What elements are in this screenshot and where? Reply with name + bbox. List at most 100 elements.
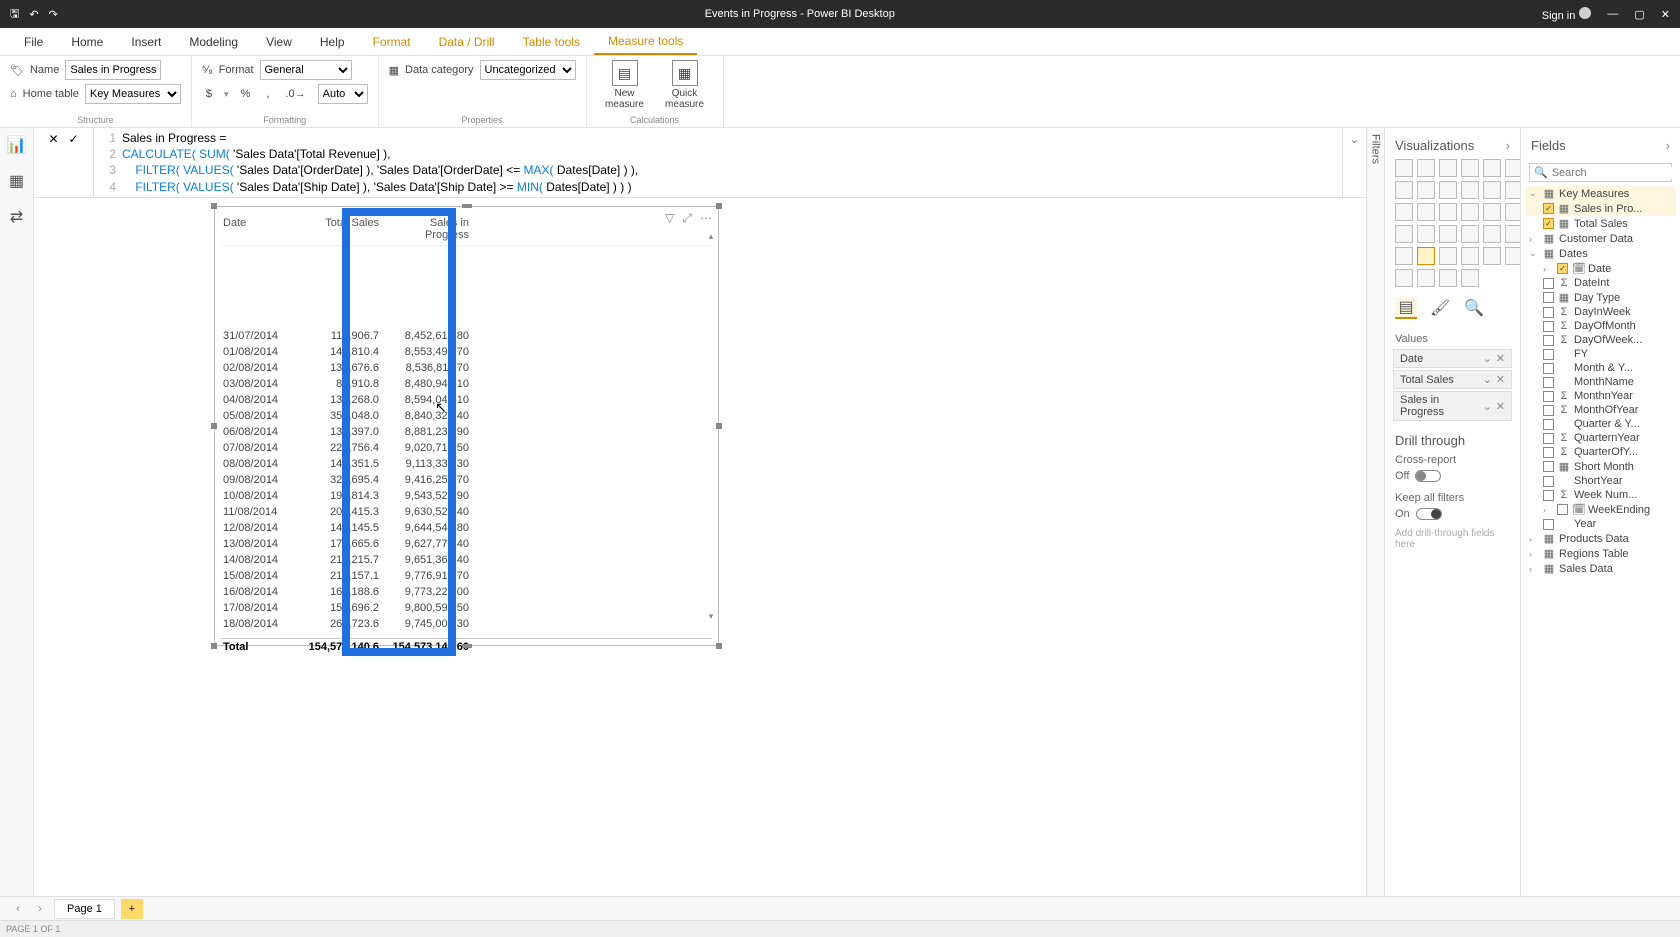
focus-mode-icon[interactable]: ⤢	[682, 211, 692, 226]
prev-page-icon[interactable]: ‹	[10, 903, 26, 915]
currency-button[interactable]: $	[202, 86, 216, 102]
chevron-down-icon[interactable]: ⌄	[1483, 352, 1492, 365]
viz-type-icon[interactable]	[1395, 203, 1413, 221]
well-item[interactable]: Sales in Progress⌄✕	[1393, 391, 1512, 421]
fields-search[interactable]: 🔍	[1529, 163, 1672, 182]
home-table-select[interactable]: Key Measures	[85, 84, 181, 104]
tab-insert[interactable]: Insert	[117, 28, 175, 55]
field-dayinweek[interactable]: ΣDayInWeek	[1525, 305, 1676, 319]
col-header-sales-in-progress[interactable]: Sales in Progress	[381, 213, 471, 245]
formula-commit-icon[interactable]: ✓	[69, 132, 79, 146]
decimal-select[interactable]: Auto	[318, 84, 368, 104]
table-dates[interactable]: ⌄▦Dates	[1525, 246, 1676, 261]
remove-field-icon[interactable]: ✕	[1496, 373, 1505, 386]
tab-help[interactable]: Help	[306, 28, 359, 55]
chevron-down-icon[interactable]: ⌄	[1483, 400, 1492, 413]
table-visual[interactable]: ▽ ⤢ ⋯ Date Total Sales Sales in Progress…	[214, 206, 719, 646]
field-monthname[interactable]: MonthName	[1525, 375, 1676, 389]
well-item[interactable]: Total Sales⌄✕	[1393, 370, 1512, 389]
viz-type-icon[interactable]	[1461, 269, 1479, 287]
viz-type-icon[interactable]	[1417, 225, 1435, 243]
remove-field-icon[interactable]: ✕	[1496, 352, 1505, 365]
decrease-decimal-button[interactable]: .0→	[281, 86, 309, 102]
viz-type-icon[interactable]	[1417, 203, 1435, 221]
table-scrollbar[interactable]: ▴ ▾	[706, 231, 716, 637]
redo-icon[interactable]: ↷	[49, 8, 58, 21]
viz-type-icon[interactable]	[1461, 159, 1479, 177]
viz-type-icon[interactable]	[1439, 159, 1457, 177]
tab-file[interactable]: File	[10, 28, 57, 55]
page-tab-1[interactable]: Page 1	[54, 899, 115, 919]
viz-type-icon[interactable]	[1461, 181, 1479, 199]
tab-data-drill[interactable]: Data / Drill	[425, 28, 509, 55]
comma-button[interactable]: ,	[262, 86, 273, 102]
field-sales-in-progress[interactable]: ✓▦Sales in Pro...	[1525, 201, 1676, 216]
field-dayofmonth[interactable]: ΣDayOfMonth	[1525, 319, 1676, 333]
table-row[interactable]: 18/08/2014268,723.69,745,009.30	[221, 616, 712, 632]
viz-type-icon[interactable]	[1461, 247, 1479, 265]
viz-type-icon[interactable]	[1483, 203, 1501, 221]
field-date[interactable]: ›✓🗓Date	[1525, 261, 1676, 276]
tab-home[interactable]: Home	[57, 28, 117, 55]
formula-editor[interactable]: 1Sales in Progress = 2CALCULATE( SUM( 'S…	[94, 128, 1342, 197]
report-canvas[interactable]: ▽ ⤢ ⋯ Date Total Sales Sales in Progress…	[34, 198, 1366, 896]
formula-cancel-icon[interactable]: ✕	[48, 132, 58, 146]
resize-handle[interactable]	[211, 203, 217, 209]
model-view-icon[interactable]: ⇄	[8, 208, 26, 226]
chevron-down-icon[interactable]: ⌄	[1483, 373, 1492, 386]
viz-type-icon[interactable]	[1395, 269, 1413, 287]
table-row[interactable]: 11/08/2014205,415.39,630,526.40	[221, 504, 712, 520]
resize-handle[interactable]	[716, 643, 722, 649]
table-row[interactable]: 15/08/2014215,157.19,776,914.70	[221, 568, 712, 584]
table-row[interactable]: 16/08/2014161,188.69,773,223.00	[221, 584, 712, 600]
data-category-select[interactable]: Uncategorized	[480, 60, 576, 80]
tab-view[interactable]: View	[252, 28, 306, 55]
dropdown-icon[interactable]: ▾	[224, 89, 229, 100]
tab-format[interactable]: Format	[359, 28, 425, 55]
resize-handle[interactable]	[716, 203, 722, 209]
table-key-measures[interactable]: ⌄▦Key Measures	[1525, 186, 1676, 201]
percent-button[interactable]: %	[237, 86, 255, 102]
viz-type-icon[interactable]	[1395, 181, 1413, 199]
table-row[interactable]: 14/08/2014216,215.79,651,363.40	[221, 552, 712, 568]
save-icon[interactable]: 🖫	[10, 5, 19, 24]
fields-search-input[interactable]	[1552, 167, 1680, 179]
table-row[interactable]: 31/07/2014113,906.78,452,612.80	[221, 328, 712, 344]
minimize-icon[interactable]: —	[1607, 8, 1618, 20]
formula-expand-icon[interactable]: ⌄	[1342, 128, 1366, 197]
viz-type-icon[interactable]	[1439, 247, 1457, 265]
table-row[interactable]: 06/08/2014133,397.08,881,231.90	[221, 424, 712, 440]
field-quarterofy[interactable]: ΣQuarterOfY...	[1525, 445, 1676, 459]
field-quarternyear[interactable]: ΣQuarternYear	[1525, 431, 1676, 445]
remove-field-icon[interactable]: ✕	[1496, 400, 1505, 413]
table-regions-table[interactable]: ›▦Regions Table	[1525, 546, 1676, 561]
scroll-up-icon[interactable]: ▴	[706, 231, 716, 241]
col-header-date[interactable]: Date	[221, 213, 301, 245]
viz-type-icon[interactable]	[1483, 181, 1501, 199]
next-page-icon[interactable]: ›	[32, 903, 48, 915]
field-fy[interactable]: FY	[1525, 347, 1676, 361]
table-row[interactable]: 05/08/2014358,048.08,840,328.40	[221, 408, 712, 424]
keep-filters-toggle[interactable]	[1416, 508, 1442, 520]
field-monthnyear[interactable]: ΣMonthnYear	[1525, 389, 1676, 403]
resize-handle[interactable]	[462, 204, 472, 208]
tab-measure-tools[interactable]: Measure tools	[594, 28, 697, 55]
close-icon[interactable]: ✕	[1661, 8, 1670, 21]
table-row[interactable]: 09/08/2014324,695.49,416,253.70	[221, 472, 712, 488]
table-row[interactable]: 08/08/2014144,351.59,113,333.30	[221, 456, 712, 472]
viz-type-icon[interactable]	[1417, 159, 1435, 177]
analytics-tab-icon[interactable]: 🔍	[1463, 297, 1485, 319]
viz-type-icon[interactable]	[1483, 225, 1501, 243]
table-row[interactable]: 07/08/2014229,756.49,020,712.50	[221, 440, 712, 456]
cross-report-toggle[interactable]	[1415, 470, 1441, 482]
field-monthofyear[interactable]: ΣMonthOfYear	[1525, 403, 1676, 417]
tab-table-tools[interactable]: Table tools	[509, 28, 594, 55]
field-week-num[interactable]: ΣWeek Num...	[1525, 488, 1676, 502]
filters-pane-collapsed[interactable]: Filters	[1366, 128, 1384, 896]
values-well[interactable]: Date⌄✕Total Sales⌄✕Sales in Progress⌄✕	[1393, 347, 1512, 421]
format-select[interactable]: General	[260, 60, 352, 80]
field-weekending[interactable]: ›🗓WeekEnding	[1525, 502, 1676, 517]
tab-modeling[interactable]: Modeling	[175, 28, 252, 55]
maximize-icon[interactable]: ▢	[1634, 8, 1644, 21]
table-sales-data[interactable]: ›▦Sales Data	[1525, 561, 1676, 576]
